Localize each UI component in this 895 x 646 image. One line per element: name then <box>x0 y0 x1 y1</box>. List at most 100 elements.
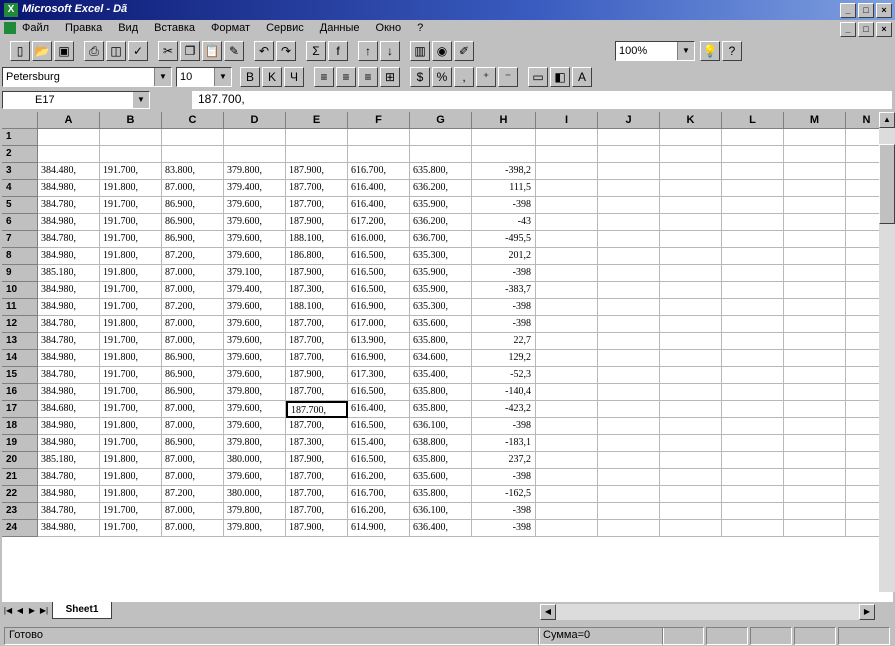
maximize-button[interactable]: □ <box>858 3 874 18</box>
grid-cell[interactable]: 186.800, <box>286 248 348 265</box>
grid-cell[interactable] <box>472 129 536 146</box>
grid-cell[interactable] <box>784 146 846 163</box>
first-sheet-icon[interactable]: |◀ <box>2 604 14 618</box>
grid-cell[interactable]: 187.900, <box>286 214 348 231</box>
grid-cell[interactable] <box>598 197 660 214</box>
grid-cell[interactable]: 83.800, <box>162 163 224 180</box>
grid-cell[interactable]: 191.700, <box>100 435 162 452</box>
grid-cell[interactable]: 384.780, <box>38 316 100 333</box>
grid-cell[interactable]: 191.700, <box>100 503 162 520</box>
grid-cell[interactable] <box>722 503 784 520</box>
grid-cell[interactable] <box>722 265 784 282</box>
grid-cell[interactable]: 635.800, <box>410 384 472 401</box>
tipwizard-icon[interactable]: 💡 <box>700 41 720 61</box>
grid-cell[interactable] <box>598 520 660 537</box>
grid-cell[interactable]: 187.700, <box>286 350 348 367</box>
autosum-icon[interactable]: Σ <box>306 41 326 61</box>
help-icon[interactable]: ? <box>722 41 742 61</box>
grid-cell[interactable] <box>660 418 722 435</box>
grid-cell[interactable] <box>410 146 472 163</box>
grid-cell[interactable]: 191.800, <box>100 265 162 282</box>
grid-cell[interactable] <box>598 469 660 486</box>
grid-cell[interactable] <box>472 146 536 163</box>
grid-cell[interactable]: 635.300, <box>410 299 472 316</box>
grid-cell[interactable]: 201,2 <box>472 248 536 265</box>
grid-cell[interactable] <box>784 520 846 537</box>
grid-cell[interactable] <box>784 486 846 503</box>
grid-cell[interactable]: 616.500, <box>348 418 410 435</box>
column-header[interactable]: A <box>38 112 100 129</box>
row-header[interactable]: 23 <box>2 503 38 520</box>
grid-cell[interactable]: 22,7 <box>472 333 536 350</box>
row-header[interactable]: 21 <box>2 469 38 486</box>
grid-cell[interactable] <box>598 367 660 384</box>
grid-cell[interactable] <box>784 163 846 180</box>
grid-cell[interactable]: 617.300, <box>348 367 410 384</box>
doc-close-button[interactable]: × <box>876 22 892 37</box>
grid-cell[interactable] <box>162 146 224 163</box>
grid-cell[interactable]: 87.200, <box>162 248 224 265</box>
grid-cell[interactable] <box>784 418 846 435</box>
grid-cell[interactable]: 616.500, <box>348 384 410 401</box>
grid-cell[interactable]: 616.500, <box>348 282 410 299</box>
grid-cell[interactable] <box>784 180 846 197</box>
grid-cell[interactable] <box>348 146 410 163</box>
grid-cell[interactable]: 616.400, <box>348 401 410 418</box>
grid-cell[interactable] <box>536 231 598 248</box>
grid-cell[interactable]: 385.180, <box>38 452 100 469</box>
new-icon[interactable]: ▯ <box>10 41 30 61</box>
grid-cell[interactable]: 187.900, <box>286 520 348 537</box>
bold-icon[interactable]: B <box>240 67 260 87</box>
excel-app-icon[interactable]: X <box>4 3 18 17</box>
grid-cell[interactable]: 379.800, <box>224 435 286 452</box>
grid-cell[interactable] <box>660 180 722 197</box>
grid-cell[interactable] <box>722 486 784 503</box>
chevron-down-icon[interactable]: ▼ <box>154 68 171 86</box>
menu-item[interactable]: Формат <box>209 22 252 34</box>
menu-item[interactable]: Сервис <box>264 22 306 34</box>
scroll-right-icon[interactable]: ▶ <box>859 604 875 620</box>
grid-cell[interactable]: 87.000, <box>162 180 224 197</box>
copy-icon[interactable]: ❐ <box>180 41 200 61</box>
grid-cell[interactable]: 86.900, <box>162 435 224 452</box>
grid-cell[interactable]: 384.780, <box>38 503 100 520</box>
grid-cell[interactable]: 636.100, <box>410 503 472 520</box>
grid-cell[interactable] <box>598 435 660 452</box>
grid-cell[interactable]: 87.000, <box>162 265 224 282</box>
grid-cell[interactable] <box>598 350 660 367</box>
grid-cell[interactable]: 617.000, <box>348 316 410 333</box>
grid-cell[interactable] <box>722 180 784 197</box>
grid-cell[interactable] <box>598 163 660 180</box>
row-header[interactable]: 5 <box>2 197 38 214</box>
column-header[interactable]: L <box>722 112 784 129</box>
grid-cell[interactable]: 635.800, <box>410 333 472 350</box>
grid-cell[interactable] <box>784 333 846 350</box>
grid-cell[interactable] <box>784 435 846 452</box>
close-button[interactable]: × <box>876 3 892 18</box>
grid-cell[interactable]: 636.400, <box>410 520 472 537</box>
drawing-icon[interactable]: ✐ <box>454 41 474 61</box>
grid-cell[interactable] <box>536 197 598 214</box>
grid-cell[interactable]: 187.900, <box>286 163 348 180</box>
row-header[interactable]: 2 <box>2 146 38 163</box>
grid-cell[interactable] <box>784 129 846 146</box>
grid-cell[interactable] <box>722 129 784 146</box>
grid-cell[interactable] <box>722 520 784 537</box>
scroll-left-icon[interactable]: ◀ <box>540 604 556 620</box>
grid-cell[interactable] <box>598 401 660 418</box>
grid-cell[interactable]: 616.000, <box>348 231 410 248</box>
grid-cell[interactable]: 191.800, <box>100 180 162 197</box>
grid-cell[interactable] <box>598 282 660 299</box>
grid-cell[interactable]: 379.600, <box>224 418 286 435</box>
grid-cell[interactable] <box>722 350 784 367</box>
grid-cell[interactable]: 379.600, <box>224 333 286 350</box>
grid-cell[interactable]: 635.800, <box>410 401 472 418</box>
column-header[interactable]: K <box>660 112 722 129</box>
vertical-scrollbar[interactable]: ▲ <box>879 112 895 592</box>
grid-cell[interactable]: 379.600, <box>224 214 286 231</box>
grid-cell[interactable]: -398 <box>472 316 536 333</box>
grid-cell[interactable] <box>660 163 722 180</box>
grid-cell[interactable]: 191.700, <box>100 401 162 418</box>
font-color-icon[interactable]: A <box>572 67 592 87</box>
grid-cell[interactable]: 384.780, <box>38 367 100 384</box>
